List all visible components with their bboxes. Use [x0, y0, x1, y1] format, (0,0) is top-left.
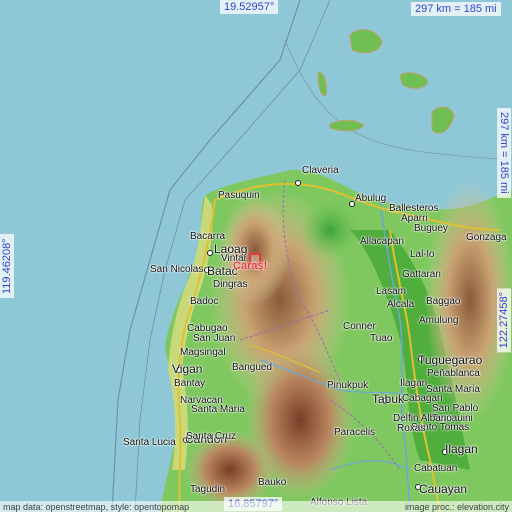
place-label: Cauayan	[419, 482, 468, 496]
top-scale-label: 297 km = 185 mi	[411, 2, 501, 17]
place-label: Bauko	[258, 477, 287, 488]
place-label: Tuguegarao	[418, 353, 483, 367]
map-data-credit: map data: openstreetmap, style: opentopo…	[3, 502, 190, 512]
place-label: Ilagan	[400, 378, 428, 389]
place-label: Ilagan	[445, 442, 478, 456]
place-label: Allacapan	[360, 236, 404, 247]
marker-label: Caraş!	[233, 260, 268, 272]
place-label: Claveria	[302, 165, 339, 176]
place-label: Pasuquin	[218, 190, 260, 201]
place-label: Santa Lucia	[123, 437, 176, 448]
attribution-bar: map data: openstreetmap, style: opentopo…	[0, 501, 512, 512]
place-label: Lasam	[376, 286, 407, 297]
right-scale-label: 297 km = 185 mi	[497, 108, 512, 198]
place-label: Dingras	[213, 279, 248, 290]
right-longitude-label: 122.27458°	[497, 288, 512, 353]
place-label: Bantay	[174, 378, 206, 389]
place-label: Pinukpuk	[327, 380, 369, 391]
place-label: Roxas	[397, 423, 426, 434]
place-label: San Nicolas	[150, 264, 204, 275]
place-label: Vigan	[172, 362, 203, 376]
place-label: Magsingal	[180, 347, 226, 358]
image-proc-credit: image proc.: elevation.city	[404, 502, 509, 512]
top-latitude-label: 19.52957°	[220, 0, 279, 15]
town-dot	[295, 180, 301, 186]
place-label: Buguey	[414, 223, 448, 234]
place-label: Cabatuan	[414, 463, 458, 474]
place-label: Amulung	[419, 315, 459, 326]
place-label: Bacarra	[190, 231, 226, 242]
place-label: Gattaran	[402, 269, 441, 280]
place-label: Tagudin	[190, 484, 226, 495]
place-label: Peñablanca	[427, 368, 480, 379]
place-label: Baggao	[426, 296, 461, 307]
place-label: San Juan	[193, 333, 236, 344]
place-label: Alcala	[387, 299, 415, 310]
map-view[interactable]: Claveria Pasuquin Abulug Ballesteros Apa…	[0, 0, 512, 512]
place-label: Tabuk	[372, 392, 405, 406]
place-label: Gonzaga	[466, 232, 507, 243]
place-label: Santa Maria	[191, 404, 245, 415]
left-longitude-label: 119.46208°	[0, 234, 15, 298]
place-label: Lal-lo	[410, 249, 435, 260]
place-label: Bangued	[232, 362, 273, 373]
place-label: Abulug	[355, 193, 387, 204]
place-label: Conner	[343, 321, 376, 332]
town-dot	[207, 250, 213, 256]
place-label: Santa Cruz	[186, 431, 237, 442]
place-label: Paracelis	[334, 427, 376, 438]
place-label: Tuao	[370, 333, 393, 344]
place-label: Badoc	[190, 296, 219, 307]
